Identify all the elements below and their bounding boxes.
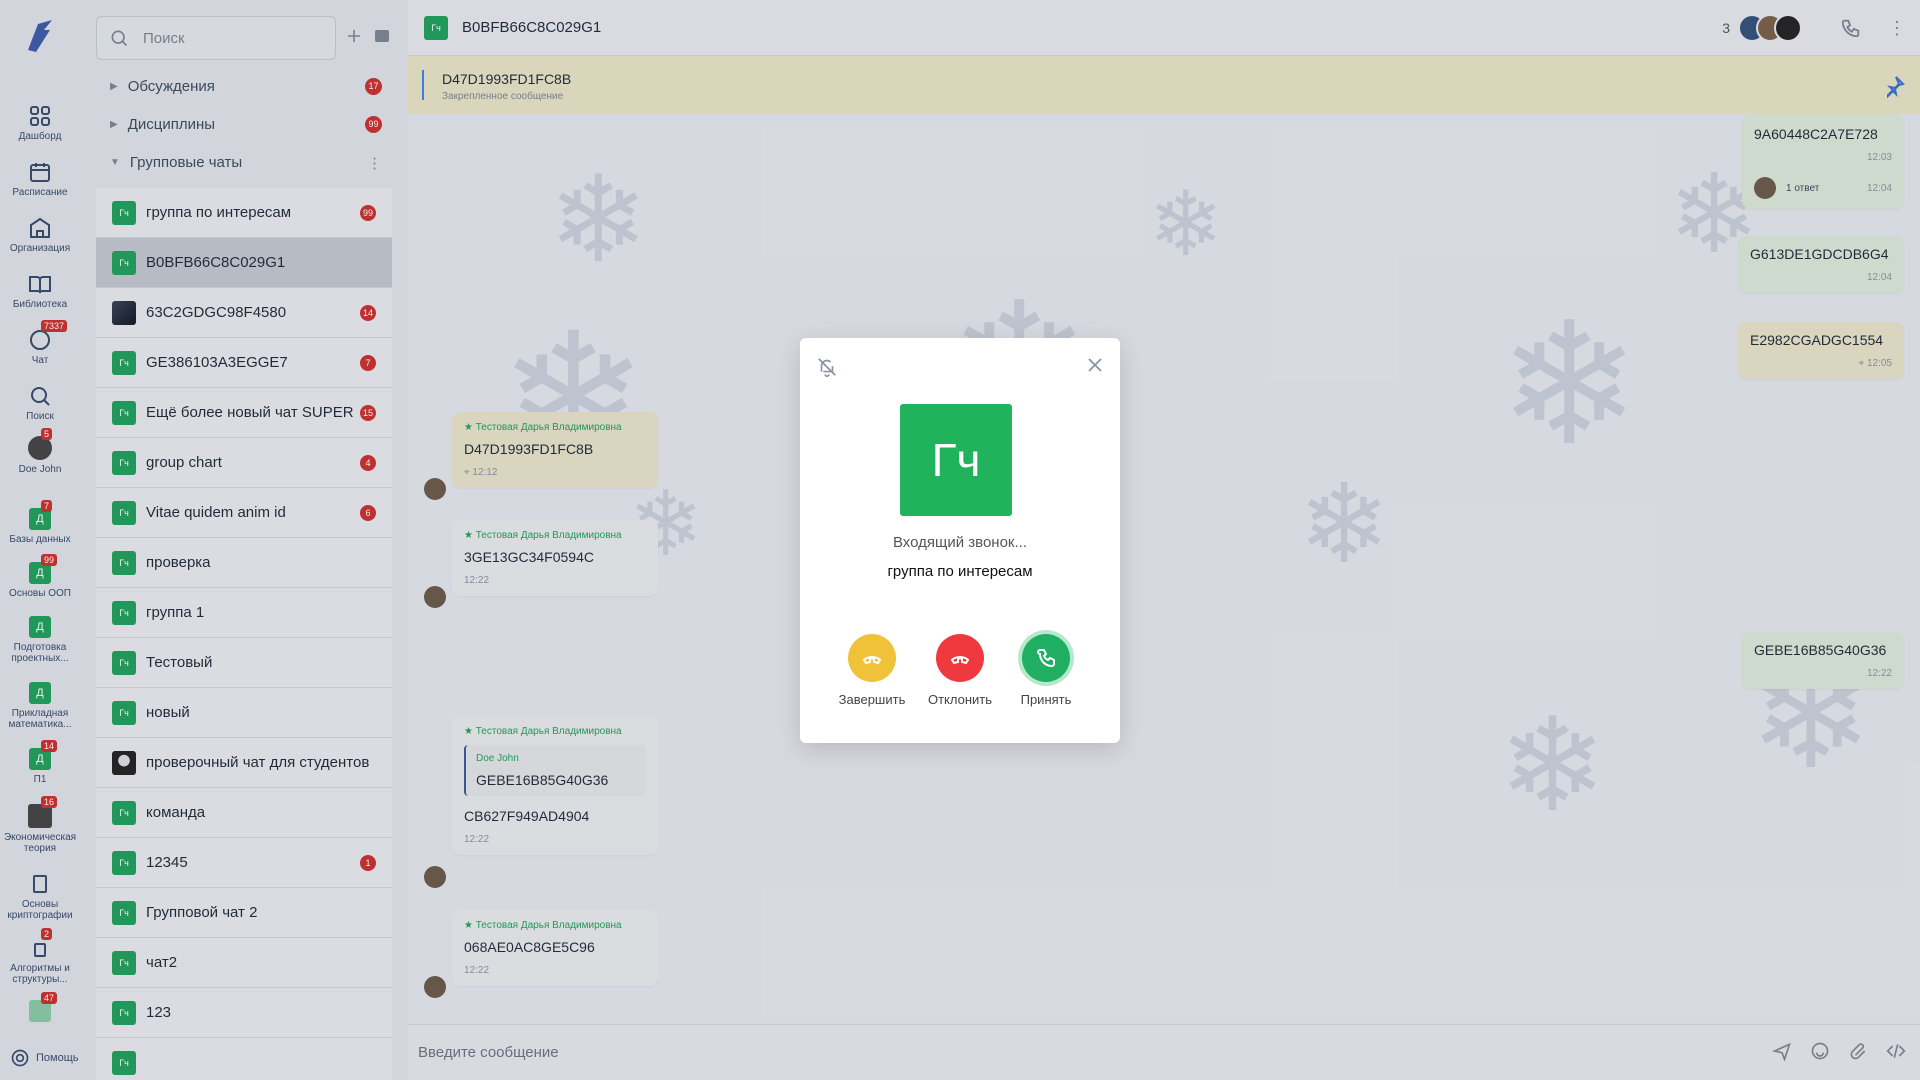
caller-name: группа по интересам [887,563,1033,580]
caller-avatar: Гч [900,404,1012,516]
close-icon[interactable] [1086,356,1104,374]
decline-call-button[interactable]: Отклонить [915,634,1005,707]
incoming-call-dialog: Гч Входящий звонок... группа по интереса… [800,338,1120,743]
end-call-button[interactable]: Завершить [827,634,917,707]
phone-icon [1022,634,1070,682]
decline-call-label: Отклонить [927,692,993,707]
end-call-label: Завершить [838,692,906,707]
hangup-icon [848,634,896,682]
accept-call-label: Принять [1020,692,1072,707]
hangup-icon [936,634,984,682]
bell-off-icon[interactable] [816,356,838,378]
accept-call-button[interactable]: Принять [1001,634,1091,707]
call-status: Входящий звонок... [892,534,1028,551]
